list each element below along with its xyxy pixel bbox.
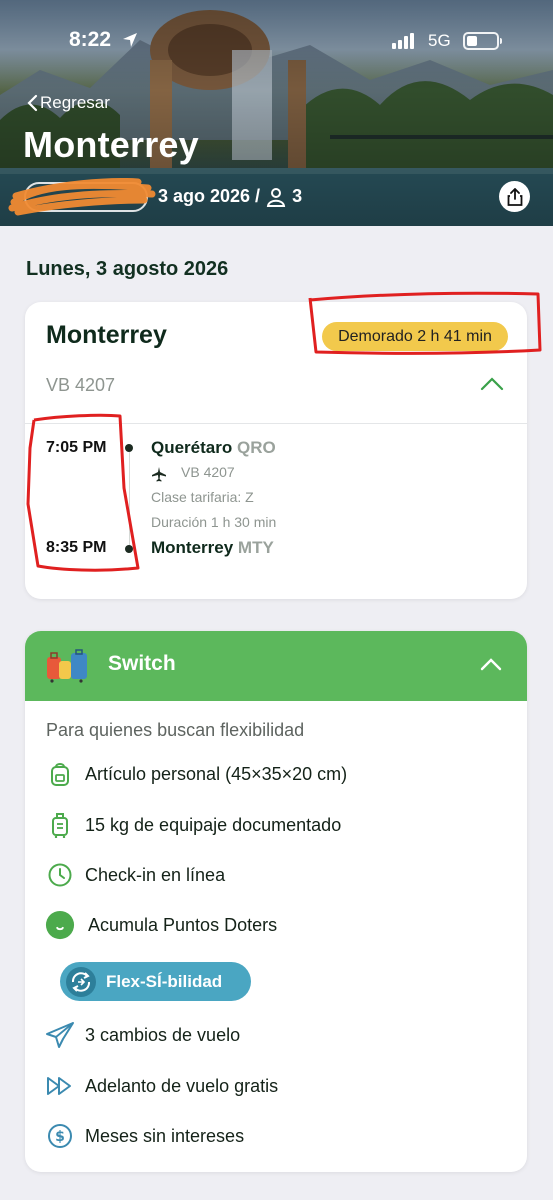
route-line [129,452,130,548]
luggage-icon [47,649,87,683]
arrival-dot [125,545,133,553]
status-time: 8:22 [69,28,112,51]
departure-city: Querétaro QRO [151,438,276,458]
extra-label: 3 cambios de vuelo [85,1024,241,1045]
paper-plane-icon [46,1022,74,1048]
clock-icon [48,863,72,887]
benefit-item: Check-in en línea [45,860,225,890]
location-arrow-icon [123,33,137,47]
suitcase-icon [52,813,68,838]
trip-meta: 3 ago 2026 / 3 [158,186,302,207]
departure-time: 7:05 PM [46,439,107,456]
flight-number: VB 4207 [46,375,116,395]
hero-banner: 8:22 5G Regresar Monterrey 3 ago 2026 / … [0,0,553,226]
signal-bars-icon [392,33,414,49]
fare-subtitle: Para quienes buscan flexibilidad [46,720,305,740]
divider [25,423,527,424]
segment-flight-number: VB 4207 [181,464,235,480]
benefit-label: 15 kg de equipaje documentado [85,814,342,835]
person-icon [266,187,286,207]
arrival-city-name: Monterrey [151,538,234,557]
benefit-label: Check-in en línea [85,864,226,885]
flex-change-icon [66,966,96,997]
arrival-city: Monterrey MTY [151,538,274,558]
fare-class: Clase tarifaria: Z [151,489,254,505]
departure-dot [125,444,133,452]
benefit-item: 15 kg de equipaje documentado [45,810,341,840]
arrival-time: 8:35 PM [46,539,107,556]
svg-text:$: $ [55,1129,65,1145]
extra-item: Adelanto de vuelo gratis [45,1071,278,1101]
extra-label: Adelanto de vuelo gratis [85,1075,279,1096]
departure-code: QRO [236,438,276,457]
redaction-scribble [8,178,156,216]
fast-forward-icon [47,1077,71,1095]
network-type: 5G [428,31,451,50]
chevron-left-icon [27,94,38,112]
benefit-label: Acumula Puntos Doters [88,914,278,935]
extra-item: 3 cambios de vuelo [45,1020,240,1050]
flight-card: Monterrey Demorado 2 h 41 min VB 4207 7:… [25,302,527,599]
extra-item: $ Meses sin intereses [45,1121,244,1151]
backpack-icon [51,763,69,786]
back-button[interactable]: Regresar [26,93,110,113]
passenger-count: 3 [292,186,303,206]
fare-header[interactable]: Switch [25,631,527,701]
fare-name: Switch [108,652,176,675]
flight-destination: Monterrey [46,321,167,349]
dollar-coin-icon: $ [48,1124,72,1148]
back-label: Regresar [40,93,110,112]
doters-icon [45,910,75,940]
status-badge: Demorado 2 h 41 min [322,322,508,351]
benefit-item: Artículo personal (45×35×20 cm) [45,759,347,789]
battery-icon [463,32,502,50]
arrival-code: MTY [237,538,274,557]
airplane-icon [152,467,166,482]
benefit-label: Artículo personal (45×35×20 cm) [85,763,348,784]
flight-duration: Duración 1 h 30 min [151,514,277,530]
fare-card: Switch Para quienes buscan flexibilidad … [25,631,527,1172]
departure-city-name: Querétaro [151,438,233,457]
flex-label: Flex-SÍ-bilidad [106,971,223,991]
extra-label: Meses sin intereses [85,1125,245,1146]
chevron-up-icon [480,658,502,671]
share-icon [507,187,522,206]
share-button[interactable] [499,181,530,212]
date-heading: Lunes, 3 agosto 2026 [26,258,229,280]
flex-sibilidad-badge: Flex-SÍ-bilidad [60,962,251,1001]
benefit-item: Acumula Puntos Doters [45,910,277,940]
chevron-up-icon[interactable] [480,376,504,392]
page-title: Monterrey [23,124,199,165]
trip-date: 3 ago 2026 / [158,186,261,206]
